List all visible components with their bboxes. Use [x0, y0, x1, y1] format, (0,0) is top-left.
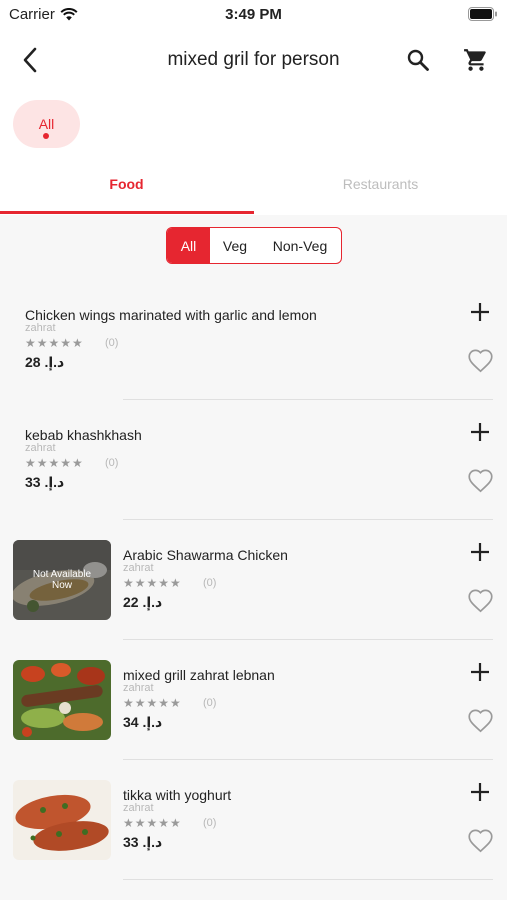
- food-item-name: mixed grill zahrat lebnan: [123, 667, 275, 683]
- food-item-image[interactable]: [13, 660, 111, 740]
- food-item-image[interactable]: Not Available Now: [13, 540, 111, 620]
- food-item-price: 28 .د.إ: [25, 354, 65, 370]
- filter-chip-label: All: [38, 116, 55, 132]
- food-item-image[interactable]: [13, 780, 111, 860]
- tab-food[interactable]: Food: [0, 166, 253, 214]
- search-icon: [407, 49, 429, 71]
- food-item-restaurant: zahrat: [25, 322, 56, 334]
- star-rating: ★★★★★: [123, 696, 182, 710]
- food-item-price: 33 .د.إ: [123, 834, 163, 850]
- diet-filter-all[interactable]: All: [167, 228, 210, 263]
- star-rating: ★★★★★: [123, 816, 182, 830]
- add-to-cart-button[interactable]: [466, 778, 494, 806]
- diet-filter-segmented-control: All Veg Non-Veg: [166, 227, 342, 264]
- cart-icon: [464, 49, 486, 71]
- diet-filter-non-veg[interactable]: Non-Veg: [260, 228, 340, 263]
- tab-restaurants[interactable]: Restaurants: [254, 166, 507, 214]
- mixed-grill-photo: [13, 660, 111, 740]
- heart-outline-icon: [467, 709, 493, 732]
- food-item-restaurant: zahrat: [123, 562, 154, 574]
- plus-icon: [471, 663, 489, 681]
- battery-icon: [468, 7, 498, 25]
- food-item[interactable]: Chicken wings marinated with garlic and …: [0, 280, 507, 400]
- favorite-button[interactable]: [464, 584, 496, 616]
- unavailable-label: Not Available Now: [32, 569, 92, 591]
- plus-icon: [471, 303, 489, 321]
- heart-outline-icon: [467, 349, 493, 372]
- favorite-button[interactable]: [464, 824, 496, 856]
- search-button[interactable]: [402, 44, 434, 76]
- food-item-restaurant: zahrat: [25, 442, 56, 454]
- app-header: mixed gril for person: [0, 36, 507, 84]
- plus-icon: [471, 423, 489, 441]
- heart-outline-icon: [467, 589, 493, 612]
- food-item-price: 22 .د.إ: [123, 594, 163, 610]
- item-divider: [123, 879, 493, 880]
- add-to-cart-button[interactable]: [466, 418, 494, 446]
- favorite-button[interactable]: [464, 464, 496, 496]
- star-rating: ★★★★★: [25, 456, 84, 470]
- rating-count: (0): [203, 817, 217, 829]
- favorite-button[interactable]: [464, 704, 496, 736]
- food-item-name: Chicken wings marinated with garlic and …: [25, 307, 317, 323]
- unavailable-overlay: Not Available Now: [13, 540, 111, 620]
- add-to-cart-button[interactable]: [466, 538, 494, 566]
- food-item[interactable]: tikka with yoghurt zahrat ★★★★★ (0) 33 .…: [0, 760, 507, 880]
- rating-count: (0): [203, 697, 217, 709]
- add-to-cart-button[interactable]: [466, 658, 494, 686]
- heart-outline-icon: [467, 469, 493, 492]
- food-item[interactable]: Not Available Now Arabic Shawarma Chicken…: [0, 520, 507, 640]
- diet-filter-veg[interactable]: Veg: [210, 228, 260, 263]
- filter-chip-all[interactable]: All: [13, 100, 80, 148]
- food-item-name: Arabic Shawarma Chicken: [123, 547, 288, 563]
- food-item-restaurant: zahrat: [123, 682, 154, 694]
- food-item-name: tikka with yoghurt: [123, 787, 232, 803]
- rating-count: (0): [203, 577, 217, 589]
- food-item[interactable]: kebab khashkhash zahrat ★★★★★ (0) 33 .د.…: [0, 400, 507, 520]
- rating-count: (0): [105, 457, 119, 469]
- add-to-cart-button[interactable]: [466, 298, 494, 326]
- status-bar: Carrier 3:49 PM: [0, 0, 507, 28]
- active-tab-indicator: [0, 211, 254, 214]
- food-item[interactable]: mixed grill zahrat lebnan zahrat ★★★★★ (…: [0, 640, 507, 760]
- heart-outline-icon: [467, 829, 493, 852]
- star-rating: ★★★★★: [25, 336, 84, 350]
- food-item-name: kebab khashkhash: [25, 427, 142, 443]
- cart-button[interactable]: [460, 44, 492, 76]
- favorite-button[interactable]: [464, 344, 496, 376]
- tikka-photo: [13, 780, 111, 860]
- plus-icon: [471, 783, 489, 801]
- food-item-restaurant: zahrat: [123, 802, 154, 814]
- food-item-price: 33 .د.إ: [25, 474, 65, 490]
- rating-count: (0): [105, 337, 119, 349]
- filter-chip-indicator-dot: [43, 133, 49, 139]
- plus-icon: [471, 543, 489, 561]
- clock: 3:49 PM: [225, 6, 282, 23]
- top-panel: Carrier 3:49 PM mixed gril for person Al…: [0, 0, 507, 215]
- food-item-price: 34 .د.إ: [123, 714, 163, 730]
- star-rating: ★★★★★: [123, 576, 182, 590]
